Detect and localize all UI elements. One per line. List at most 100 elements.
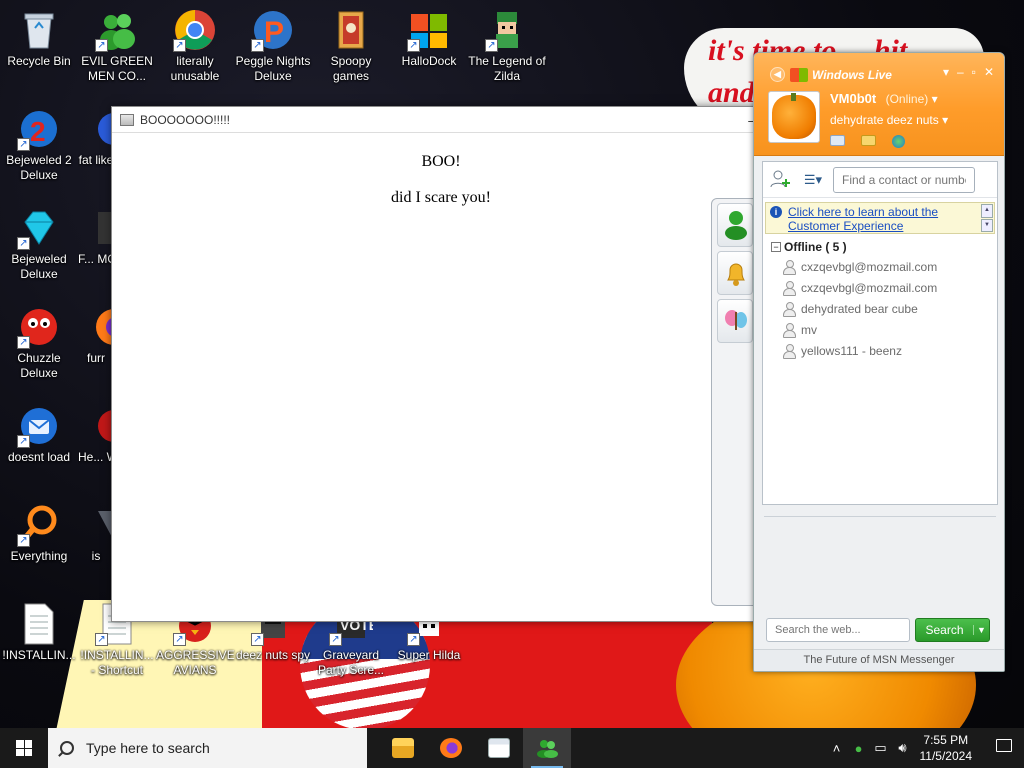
list-options-icon[interactable]: ☰▾ <box>801 169 825 191</box>
menu-dropdown-icon[interactable]: ▾ <box>943 65 949 79</box>
desktop-icon-furr[interactable]: furr <box>78 299 114 366</box>
contacts-tab[interactable] <box>717 203 753 247</box>
messenger-window[interactable]: ◀ Windows Live ▾ – ▫ ✕ VM0b0t (Online) ▾… <box>753 52 1005 672</box>
display-name-row[interactable]: VM0b0t (Online) ▾ <box>830 91 938 106</box>
desktop-icon-installing[interactable]: !INSTALLIN... <box>0 596 78 663</box>
clock-time: 7:55 PM <box>923 733 969 747</box>
desktop-icon-label: !INSTALLIN... <box>2 648 76 662</box>
boo-window[interactable]: BOOOOOOO!!!!! – BOO! did I scare you! <box>111 106 771 622</box>
desktop-icon-thunderbird[interactable]: ↗ doesnt load <box>0 398 78 465</box>
firefox-icon <box>440 738 462 758</box>
personal-message[interactable]: dehydrate deez nuts ▾ <box>830 113 948 127</box>
desktop-icon-bejeweled[interactable]: ↗ Bejeweled Deluxe <box>0 200 78 282</box>
folder-icon[interactable] <box>861 135 876 146</box>
desktop-icon-label: Graveyard Party Scre... <box>317 648 385 677</box>
display-name: VM0b0t <box>830 91 877 106</box>
windows-flag-icon <box>790 67 808 82</box>
mail-icon[interactable] <box>830 135 845 146</box>
desktop-icon-label: Bejeweled Deluxe <box>11 252 67 281</box>
banner-scroll[interactable]: ▲ ▼ <box>981 204 993 232</box>
taskbar-clock[interactable]: 7:55 PM 11/5/2024 <box>920 732 973 764</box>
msn-tray-icon[interactable]: ● <box>848 741 870 756</box>
alerts-tab[interactable] <box>717 251 753 295</box>
everything-search-icon: ↗ <box>17 503 61 547</box>
desktop-icon-label: Bejeweled 2 Deluxe <box>6 153 72 182</box>
boo-window-titlebar[interactable]: BOOOOOOO!!!!! – <box>112 107 770 133</box>
contact-item[interactable]: cxzqevbgl@mozmail.com <box>763 277 997 298</box>
taskbar-search-text: Type here to search <box>86 740 210 756</box>
find-contact-input[interactable] <box>833 166 975 193</box>
fun-tab[interactable] <box>717 299 753 343</box>
taskbar-app-messenger[interactable] <box>523 728 571 768</box>
desktop-icon-hewe[interactable]: He... We... <box>78 398 114 465</box>
back-arrow-icon[interactable]: ◀ <box>770 67 785 82</box>
start-button[interactable] <box>0 728 48 768</box>
spaces-icon[interactable] <box>892 135 905 148</box>
desktop-icon-label: fat like <box>78 153 114 167</box>
msn-buddies-icon: ↗ <box>95 8 139 52</box>
scroll-up-icon[interactable]: ▲ <box>981 204 993 218</box>
desktop-icon-fmon[interactable]: F... MON... <box>78 200 114 267</box>
desktop-icon-label: !INSTALLIN... - Shortcut <box>80 648 154 677</box>
taskbar-app-firefox[interactable] <box>427 728 475 768</box>
boo-window-title: BOOOOOOO!!!!! <box>140 112 231 127</box>
desktop-icon-legend-of-zilda[interactable]: ↗ The Legend of Zilda <box>468 2 546 84</box>
bell-icon <box>727 263 745 286</box>
minimize-icon[interactable]: – <box>957 65 964 79</box>
shortcut-arrow-icon: ↗ <box>173 39 186 52</box>
shortcut-arrow-icon: ↗ <box>95 39 108 52</box>
desktop-icon-everything[interactable]: ↗ Everything <box>0 497 78 564</box>
window-app-icon <box>488 738 510 758</box>
desktop-icon-label: Spoopy games <box>330 54 372 83</box>
desktop-icon-peggle[interactable]: P ↗ Peggle Nights Deluxe <box>234 2 312 84</box>
search-button-label: Search <box>925 623 964 637</box>
desktop-icon-chrome[interactable]: ↗ literally unusable <box>156 2 234 84</box>
taskbar-app-window[interactable] <box>475 728 523 768</box>
contact-item[interactable]: mv <box>763 319 997 340</box>
offline-buddy-icon <box>783 322 796 338</box>
desktop-icon-label: furr <box>87 351 105 365</box>
offline-buddy-icon <box>783 259 796 275</box>
scroll-down-icon[interactable]: ▼ <box>981 218 993 232</box>
folder-games-icon <box>329 8 373 52</box>
offline-group-header[interactable]: − Offline ( 5 ) <box>771 240 997 254</box>
taskbar-search-box[interactable]: Type here to search <box>48 728 367 768</box>
wallpaper-text-2: and <box>708 76 755 109</box>
desktop-icon-label: is <box>91 549 101 563</box>
network-icon[interactable]: ▭ <box>870 740 892 756</box>
shortcut-arrow-icon: ↗ <box>17 237 30 250</box>
chrome-icon: ↗ <box>173 8 217 52</box>
online-status: (Online) <box>885 92 929 106</box>
add-contact-icon[interactable] <box>769 169 793 191</box>
messenger-footer: The Future of MSN Messenger <box>754 649 1004 671</box>
customer-experience-link[interactable]: Click here to learn about the Customer E… <box>788 205 990 233</box>
messenger-side-tabs <box>711 198 755 606</box>
contact-item[interactable]: yellows111 - beenz <box>763 340 997 361</box>
collapse-icon[interactable]: − <box>771 242 781 252</box>
close-icon[interactable]: ✕ <box>984 65 994 79</box>
chevron-down-icon[interactable]: ▼ <box>973 625 989 635</box>
display-picture[interactable] <box>768 91 820 143</box>
desktop-icon-is[interactable]: is <box>78 497 114 564</box>
desktop-icon-bejeweled-2[interactable]: 2 ↗ Bejeweled 2 Deluxe <box>0 101 78 183</box>
butterfly-icon <box>725 310 747 330</box>
header-quick-icons <box>830 135 905 148</box>
desktop-icon-evil-green-men[interactable]: ↗ EVIL GREEN MEN CO... <box>78 2 156 84</box>
chevron-up-icon[interactable]: ˄ <box>826 741 848 756</box>
desktop-icon-spoopy-games[interactable]: Spoopy games <box>312 2 390 84</box>
notification-center-icon[interactable] <box>984 739 1024 757</box>
web-search-button[interactable]: Search ▼ <box>915 618 990 642</box>
maximize-icon[interactable]: ▫ <box>972 65 976 79</box>
web-search-input[interactable] <box>766 618 910 642</box>
shortcut-arrow-icon: ↗ <box>407 633 420 646</box>
taskbar-app-file-explorer[interactable] <box>379 728 427 768</box>
messenger-header: ◀ Windows Live ▾ – ▫ ✕ VM0b0t (Online) ▾… <box>754 53 1004 156</box>
desktop-icon-chuzzle[interactable]: ↗ Chuzzle Deluxe <box>0 299 78 381</box>
desktop-icon-fat-like[interactable]: fat like <box>78 101 114 168</box>
svg-text:P: P <box>264 16 284 49</box>
contact-item[interactable]: cxzqevbgl@mozmail.com <box>763 256 997 277</box>
volume-icon[interactable]: 🔊︎ <box>892 740 914 756</box>
desktop-icon-recycle-bin[interactable]: Recycle Bin <box>0 2 78 69</box>
desktop-icon-hallodock[interactable]: ↗ HalloDock <box>390 2 468 69</box>
contact-item[interactable]: dehydrated bear cube <box>763 298 997 319</box>
